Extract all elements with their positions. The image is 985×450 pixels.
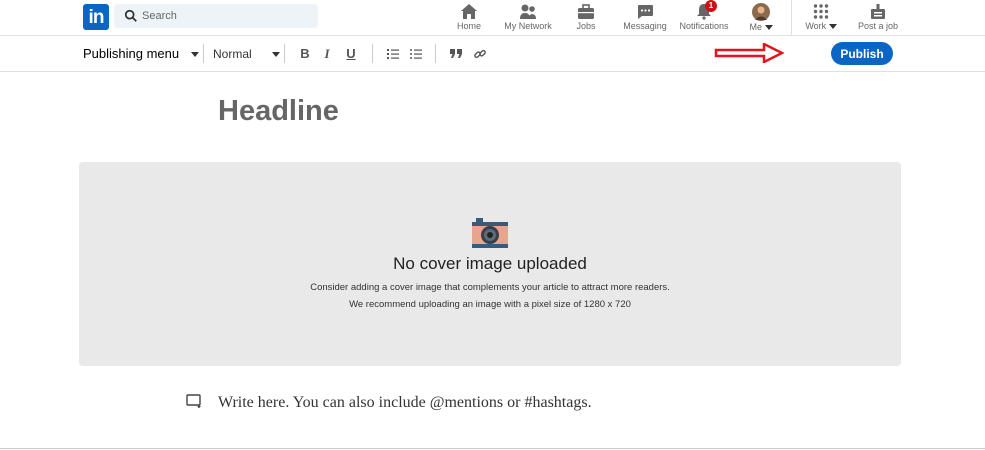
notification-badge: 1 — [705, 0, 717, 12]
nav-post-job-label: Post a job — [858, 21, 899, 31]
quote-icon — [450, 49, 462, 58]
search-input[interactable] — [142, 4, 312, 28]
page-bottom-divider — [0, 448, 985, 449]
nav-divider — [791, 0, 792, 35]
annotation-arrow-icon — [714, 43, 784, 63]
bulleted-list-icon — [410, 49, 422, 59]
avatar — [752, 3, 770, 21]
nav-my-network-label: My Network — [504, 21, 552, 31]
cover-size-hint-text: We recommend uploading an image with a p… — [349, 299, 631, 310]
article-headline-input[interactable]: Headline — [218, 95, 339, 128]
nav-notifications[interactable]: 1 Notifications — [677, 0, 731, 35]
search-icon — [124, 9, 137, 22]
nav-jobs-label: Jobs — [576, 21, 596, 31]
publish-button[interactable]: Publish — [831, 42, 893, 65]
link-icon — [474, 49, 486, 59]
camera-icon — [472, 218, 508, 248]
nav-messaging-label: Messaging — [623, 21, 667, 31]
toolbar-divider — [203, 44, 204, 63]
link-button[interactable] — [471, 45, 489, 63]
post-job-icon — [871, 4, 885, 19]
cover-empty-title: No cover image uploaded — [393, 254, 587, 273]
chevron-down-icon — [828, 24, 837, 30]
bold-button[interactable]: B — [296, 45, 314, 63]
search-box[interactable] — [114, 4, 318, 28]
toolbar-divider — [372, 44, 373, 63]
nav-post-job[interactable]: Post a job — [858, 0, 898, 35]
cover-hint-text: Consider adding a cover image that compl… — [310, 282, 670, 293]
home-icon — [461, 4, 477, 19]
messaging-icon — [638, 5, 653, 19]
top-nav-bar: in Home My Network Jobs Mes — [0, 0, 985, 36]
cover-image-area[interactable]: No cover image uploaded Consider adding … — [79, 162, 901, 366]
network-icon — [520, 4, 536, 19]
text-style-label: Normal — [213, 47, 252, 61]
nav-work[interactable]: Work — [803, 0, 839, 35]
editor-toolbar: Publishing menu Normal B I U Publish — [0, 36, 985, 72]
briefcase-icon — [578, 4, 594, 19]
text-style-select[interactable]: Normal — [213, 47, 281, 61]
article-body-input[interactable]: Write here. You can also include @mentio… — [218, 394, 592, 412]
publishing-menu-dropdown[interactable]: Publishing menu — [83, 46, 199, 61]
embed-icon[interactable] — [186, 394, 204, 410]
quote-button[interactable] — [447, 45, 465, 63]
chevron-down-icon — [764, 25, 773, 31]
chevron-down-icon — [190, 52, 199, 58]
toolbar-divider — [284, 44, 285, 63]
nav-me[interactable]: Me — [746, 0, 776, 35]
nav-messaging[interactable]: Messaging — [622, 0, 668, 35]
underline-button[interactable]: U — [342, 45, 360, 63]
italic-button[interactable]: I — [318, 45, 336, 63]
nav-work-label: Work — [803, 21, 839, 31]
numbered-list-button[interactable] — [384, 45, 402, 63]
grid-icon — [813, 4, 829, 19]
bulleted-list-button[interactable] — [407, 45, 425, 63]
nav-notifications-label: Notifications — [679, 21, 729, 31]
nav-me-label: Me — [746, 22, 776, 32]
publishing-menu-label: Publishing menu — [83, 46, 180, 61]
numbered-list-icon — [387, 49, 399, 59]
nav-jobs[interactable]: Jobs — [573, 0, 599, 35]
nav-home[interactable]: Home — [452, 0, 486, 35]
nav-my-network[interactable]: My Network — [502, 0, 554, 35]
chevron-down-icon — [272, 52, 281, 58]
toolbar-divider — [435, 44, 436, 63]
nav-home-label: Home — [456, 21, 481, 31]
linkedin-logo[interactable]: in — [83, 4, 109, 30]
